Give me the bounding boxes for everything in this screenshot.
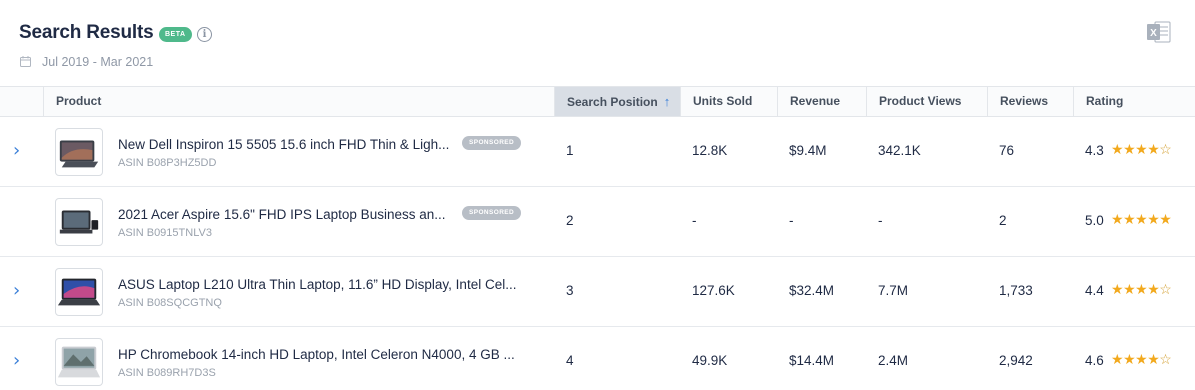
table-row[interactable]: › ASUS Laptop L210 Ultra Thin Laptop, 11.… — [0, 257, 1195, 327]
product-views-value: 7.7M — [878, 283, 909, 298]
calendar-icon — [20, 56, 31, 67]
product-asin: ASIN B089RH7D3S — [118, 367, 216, 379]
star-empty-icon: ☆ — [1159, 141, 1172, 157]
search-position-value: 2 — [566, 213, 574, 228]
star-filled-icon: ★ — [1135, 281, 1148, 297]
star-filled-icon: ★ — [1147, 281, 1160, 297]
rating-stars: ★★★★☆ — [1111, 141, 1172, 158]
product-asin: ASIN B0915TNLV3 — [118, 227, 212, 239]
revenue-value: - — [789, 213, 794, 228]
star-filled-icon: ★ — [1111, 211, 1124, 227]
column-label: Search Position — [567, 95, 658, 109]
table-row[interactable]: 2021 Acer Aspire 15.6" FHD IPS Laptop Bu… — [0, 187, 1195, 257]
product-thumbnail[interactable] — [55, 338, 103, 386]
product-views-value: - — [878, 213, 883, 228]
star-empty-icon: ☆ — [1159, 351, 1172, 367]
table-row[interactable]: › HP Chromebook 14-inch HD Laptop, Intel … — [0, 327, 1195, 390]
rating-stars: ★★★★★ — [1111, 211, 1172, 228]
units-sold-value: 49.9K — [692, 353, 728, 368]
chevron-right-icon[interactable]: › — [13, 282, 25, 300]
units-sold-value: 12.8K — [692, 143, 728, 158]
revenue-value: $9.4M — [789, 143, 827, 158]
product-asin: ASIN B08P3HZ5DD — [118, 157, 217, 169]
table-header: Product Search Position ↑ Units Sold Reve… — [0, 86, 1195, 117]
chevron-right-icon[interactable]: › — [13, 142, 25, 160]
star-filled-icon: ★ — [1159, 211, 1172, 227]
search-position-value: 4 — [566, 353, 574, 368]
product-views-value: 2.4M — [878, 353, 909, 368]
star-filled-icon: ★ — [1147, 141, 1160, 157]
product-name-link[interactable]: 2021 Acer Aspire 15.6" FHD IPS Laptop Bu… — [118, 207, 445, 222]
info-icon[interactable]: i — [197, 27, 212, 42]
date-range[interactable]: Jul 2019 - Mar 2021 — [42, 55, 153, 69]
reviews-value: 1,733 — [999, 283, 1033, 298]
product-thumbnail[interactable] — [55, 268, 103, 316]
revenue-value: $14.4M — [789, 353, 835, 368]
product-asin: ASIN B08SQCGTNQ — [118, 297, 222, 309]
table-row[interactable]: › New Dell Inspiron 15 5505 15.6 inch FHD… — [0, 117, 1195, 187]
star-filled-icon: ★ — [1111, 281, 1124, 297]
reviews-value: 2,942 — [999, 353, 1033, 368]
sponsored-badge: SPONSORED — [462, 136, 522, 150]
rating-value: 5.0 — [1085, 213, 1104, 228]
product-thumbnail[interactable] — [55, 128, 103, 176]
rating-value: 4.6 — [1085, 353, 1104, 368]
expand-column-header — [0, 87, 43, 116]
star-filled-icon: ★ — [1111, 141, 1124, 157]
rating-value: 4.3 — [1085, 143, 1104, 158]
chevron-right-icon[interactable]: › — [13, 352, 25, 370]
reviews-value: 76 — [999, 143, 1015, 158]
rating-stars: ★★★★☆ — [1111, 281, 1172, 298]
column-header-product-views[interactable]: Product Views — [866, 87, 987, 116]
column-header-rating[interactable]: Rating — [1073, 87, 1195, 116]
beta-badge: BETA — [159, 27, 192, 42]
column-header-search-position[interactable]: Search Position ↑ — [554, 87, 680, 116]
product-name-link[interactable]: New Dell Inspiron 15 5505 15.6 inch FHD … — [118, 137, 449, 152]
results-header: Search Results BETA i Jul 2019 - Mar 202… — [0, 0, 1195, 86]
search-position-value: 3 — [566, 283, 574, 298]
star-filled-icon: ★ — [1123, 141, 1136, 157]
units-sold-value: 127.6K — [692, 283, 735, 298]
column-header-reviews[interactable]: Reviews — [987, 87, 1073, 116]
column-header-product[interactable]: Product — [43, 87, 554, 116]
rating-stars: ★★★★☆ — [1111, 351, 1172, 368]
search-position-value: 1 — [566, 143, 574, 158]
column-header-revenue[interactable]: Revenue — [777, 87, 866, 116]
svg-text:X: X — [1150, 28, 1157, 39]
star-filled-icon: ★ — [1147, 351, 1160, 367]
units-sold-value: - — [692, 213, 697, 228]
star-filled-icon: ★ — [1123, 351, 1136, 367]
sort-ascending-icon[interactable]: ↑ — [664, 87, 671, 116]
star-filled-icon: ★ — [1123, 211, 1136, 227]
product-name-link[interactable]: ASUS Laptop L210 Ultra Thin Laptop, 11.6… — [118, 277, 516, 292]
star-filled-icon: ★ — [1135, 211, 1148, 227]
product-name-link[interactable]: HP Chromebook 14-inch HD Laptop, Intel C… — [118, 347, 515, 362]
star-filled-icon: ★ — [1123, 281, 1136, 297]
star-filled-icon: ★ — [1135, 141, 1148, 157]
results-table: Product Search Position ↑ Units Sold Reve… — [0, 86, 1195, 390]
star-filled-icon: ★ — [1147, 211, 1160, 227]
page-title: Search Results — [19, 22, 154, 43]
sponsored-badge: SPONSORED — [462, 206, 522, 220]
product-views-value: 342.1K — [878, 143, 921, 158]
column-header-units-sold[interactable]: Units Sold — [680, 87, 777, 116]
reviews-value: 2 — [999, 213, 1007, 228]
rating-value: 4.4 — [1085, 283, 1104, 298]
excel-export-icon[interactable]: X — [1146, 20, 1171, 44]
product-thumbnail[interactable] — [55, 198, 103, 246]
revenue-value: $32.4M — [789, 283, 835, 298]
star-filled-icon: ★ — [1135, 351, 1148, 367]
star-empty-icon: ☆ — [1159, 281, 1172, 297]
star-filled-icon: ★ — [1111, 351, 1124, 367]
